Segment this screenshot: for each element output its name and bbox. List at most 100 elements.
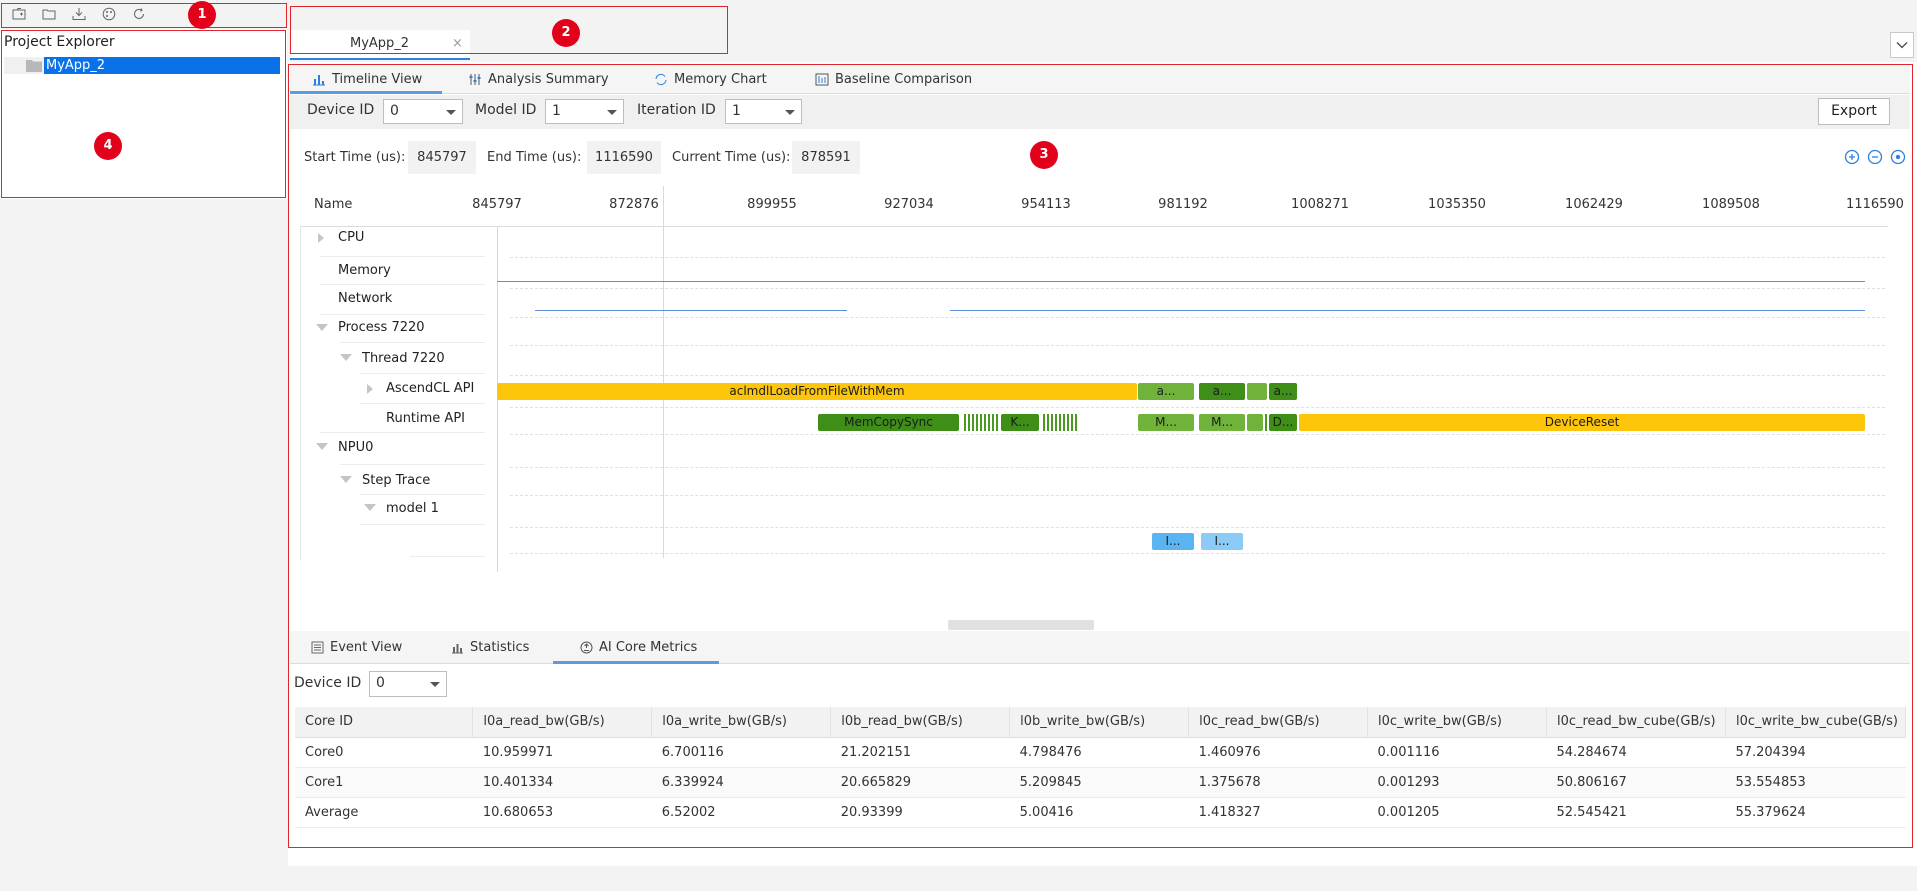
track-ascendcl-api[interactable]: AscendCL API — [386, 381, 474, 396]
track-thread[interactable]: Thread 7220 — [362, 351, 445, 366]
track-model-1[interactable]: model 1 — [386, 501, 439, 516]
device-id-select[interactable]: 0 — [383, 99, 463, 124]
table-row[interactable]: Average 10.680653 6.52002 20.93399 5.004… — [295, 797, 1906, 828]
table-cell: 50.806167 — [1546, 767, 1726, 798]
tab-baseline-comparison[interactable]: Baseline Comparison — [815, 64, 972, 94]
expand-icon[interactable] — [367, 384, 373, 394]
event-ascendcl-a[interactable]: a... — [1138, 383, 1194, 400]
track-cpu[interactable]: CPU — [338, 230, 364, 245]
event-runtime-small[interactable] — [1247, 414, 1263, 431]
tab-ai-core-metrics[interactable]: AI Core Metrics — [580, 631, 697, 664]
track-step-trace[interactable]: Step Trace — [362, 473, 430, 488]
event-runtime-tiny[interactable] — [1067, 414, 1069, 431]
table-cell: 52.545421 — [1546, 797, 1726, 828]
timeline-cursor-line[interactable] — [663, 186, 664, 558]
table-cell: Core0 — [295, 737, 473, 768]
event-runtime-tiny[interactable] — [992, 414, 994, 431]
palette-icon[interactable] — [100, 5, 118, 23]
event-runtime-tiny[interactable] — [1055, 414, 1057, 431]
event-runtime-tiny[interactable] — [1059, 414, 1061, 431]
event-runtime-tiny[interactable] — [964, 414, 966, 431]
event-runtime-tiny[interactable] — [1075, 414, 1077, 431]
column-header[interactable]: l0b_read_bw(GB/s) — [830, 707, 1011, 738]
event-runtime-tiny[interactable] — [1043, 414, 1045, 431]
track-runtime-api[interactable]: Runtime API — [386, 411, 465, 426]
event-runtime-tiny[interactable] — [984, 414, 986, 431]
collapse-icon[interactable] — [340, 476, 352, 483]
event-runtime-tiny[interactable] — [1071, 414, 1073, 431]
tab-statistics[interactable]: Statistics — [451, 631, 529, 664]
tab-timeline-view[interactable]: Timeline View — [312, 64, 422, 94]
tab-memory-chart[interactable]: Memory Chart — [654, 64, 767, 94]
zoom-out-icon[interactable] — [1867, 149, 1883, 165]
table-row[interactable]: Core0 10.959971 6.700116 21.202151 4.798… — [295, 737, 1906, 768]
event-runtime-m[interactable]: M... — [1138, 414, 1194, 431]
open-folder-icon[interactable] — [40, 5, 58, 23]
column-header[interactable]: Core ID — [295, 707, 474, 738]
column-header[interactable]: l0c_read_bw_cube(GB/s) — [1546, 707, 1726, 738]
track-network[interactable]: Network — [338, 291, 392, 306]
column-header[interactable]: l0a_read_bw(GB/s) — [472, 707, 653, 738]
event-runtime-tiny[interactable] — [1047, 414, 1049, 431]
track-memory[interactable]: Memory — [338, 263, 391, 278]
event-memcopysync[interactable]: MemCopySync — [818, 414, 959, 431]
export-button[interactable]: Export — [1818, 98, 1890, 125]
event-runtime-tiny[interactable] — [988, 414, 990, 431]
event-runtime-tiny[interactable] — [968, 414, 970, 431]
metrics-device-id-select[interactable]: 0 — [369, 671, 447, 697]
event-runtime-tiny[interactable] — [972, 414, 974, 431]
collapse-icon[interactable] — [316, 443, 328, 450]
refresh-icon[interactable] — [130, 5, 148, 23]
column-header[interactable]: l0b_write_bw(GB/s) — [1009, 707, 1190, 738]
event-runtime-tiny[interactable] — [1265, 414, 1267, 431]
expand-icon[interactable] — [318, 233, 324, 243]
explorer-item-myapp[interactable]: MyApp_2 — [44, 57, 280, 74]
event-runtime-tiny[interactable] — [1051, 414, 1053, 431]
import-icon[interactable] — [70, 5, 88, 23]
table-cell: 6.52002 — [651, 797, 831, 828]
track-npu0[interactable]: NPU0 — [338, 440, 373, 455]
model-id-select[interactable]: 1 — [545, 99, 624, 124]
network-usage-line — [535, 310, 847, 311]
event-aclmdlloadfromfilewithmem[interactable]: aclmdlLoadFromFileWithMem — [497, 383, 1137, 400]
column-header[interactable]: l0c_read_bw(GB/s) — [1188, 707, 1369, 738]
current-time-value: 878591 — [792, 141, 860, 174]
tab-event-view[interactable]: Event View — [311, 631, 402, 664]
event-ascendcl-small[interactable] — [1247, 383, 1267, 400]
table-row[interactable]: Core1 10.401334 6.339924 20.665829 5.209… — [295, 767, 1906, 798]
event-runtime-m[interactable]: M... — [1199, 414, 1245, 431]
tab-analysis-summary[interactable]: Analysis Summary — [468, 64, 609, 94]
iteration-id-select[interactable]: 1 — [725, 99, 802, 124]
event-runtime-tiny[interactable] — [976, 414, 978, 431]
collapse-icon[interactable] — [340, 354, 352, 361]
event-step-trace[interactable]: I... — [1152, 533, 1194, 550]
column-header[interactable]: l0a_write_bw(GB/s) — [651, 707, 832, 738]
collapse-icon[interactable] — [364, 504, 376, 511]
event-step-trace[interactable]: I... — [1201, 533, 1243, 550]
track-process[interactable]: Process 7220 — [338, 320, 425, 335]
event-devicereset[interactable]: DeviceReset — [1299, 414, 1865, 431]
event-runtime-tiny[interactable] — [980, 414, 982, 431]
folder-icon — [26, 59, 42, 72]
event-runtime-d[interactable]: D... — [1269, 414, 1297, 431]
network-usage-line — [950, 310, 1865, 311]
tabs-dropdown-button[interactable] — [1890, 32, 1914, 58]
event-runtime-tiny[interactable] — [1063, 414, 1065, 431]
table-cell: 1.375678 — [1188, 767, 1368, 798]
table-header-row: Core ID l0a_read_bw(GB/s) l0a_write_bw(G… — [295, 707, 1907, 738]
column-header[interactable]: l0c_write_bw_cube(GB/s) — [1725, 707, 1907, 738]
collapse-icon[interactable] — [316, 324, 328, 331]
name-separator — [360, 403, 485, 404]
view-tab-bar: Timeline View Analysis Summary Memory Ch… — [290, 64, 1910, 94]
column-header[interactable]: l0c_write_bw(GB/s) — [1367, 707, 1547, 738]
zoom-reset-icon[interactable] — [1890, 149, 1906, 165]
event-runtime-k[interactable]: K... — [1001, 414, 1039, 431]
timeline-horizontal-scrollbar[interactable] — [948, 620, 1094, 630]
event-ascendcl-a[interactable]: a... — [1269, 383, 1297, 400]
close-icon[interactable]: × — [452, 36, 463, 51]
event-ascendcl-a[interactable]: a... — [1199, 383, 1245, 400]
table-cell: 10.401334 — [472, 767, 652, 798]
zoom-in-icon[interactable] — [1844, 149, 1860, 165]
new-project-icon[interactable] — [10, 5, 28, 23]
event-runtime-tiny[interactable] — [996, 414, 998, 431]
